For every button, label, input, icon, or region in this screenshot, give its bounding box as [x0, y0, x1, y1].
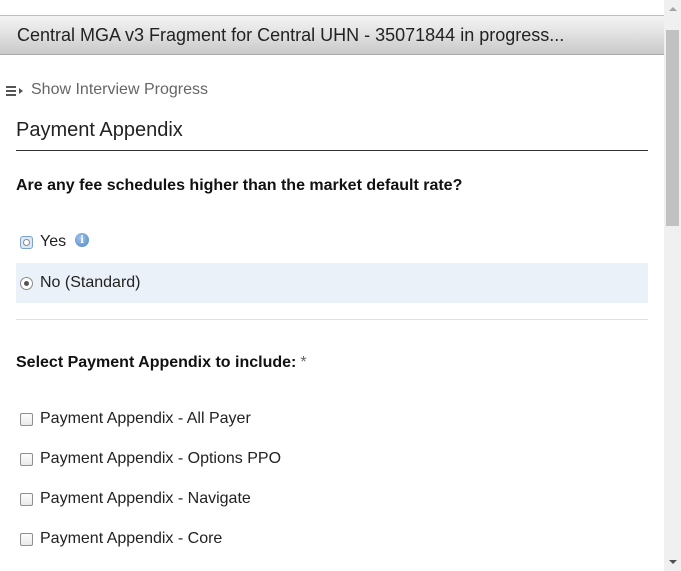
option-no-label: No (Standard): [40, 274, 141, 291]
option-no-standard[interactable]: No (Standard): [16, 263, 648, 303]
title-bar: Central MGA v3 Fragment for Central UHN …: [0, 15, 664, 55]
checkbox-label-all-payer: Payment Appendix - All Payer: [40, 410, 251, 427]
checkbox-row-core[interactable]: Payment Appendix - Core: [16, 527, 648, 551]
payment-appendix-question-text: Select Payment Appendix to include:: [16, 354, 297, 371]
scroll-up-arrow-icon[interactable]: [664, 0, 681, 17]
radio-no-standard[interactable]: [20, 276, 33, 290]
question-divider: [16, 319, 648, 320]
checkbox-label-options-ppo: Payment Appendix - Options PPO: [40, 450, 282, 467]
menu-expand-icon: [6, 83, 24, 97]
checkbox-row-all-payer[interactable]: Payment Appendix - All Payer: [16, 407, 648, 431]
section-title: Payment Appendix: [16, 119, 183, 141]
checkbox-row-navigate[interactable]: Payment Appendix - Navigate: [16, 487, 648, 511]
progress-toggle-label: Show Interview Progress: [31, 81, 208, 98]
scroll-thumb[interactable]: [666, 30, 679, 226]
fee-schedule-question: Are any fee schedules higher than the ma…: [16, 177, 463, 194]
option-yes[interactable]: Yes i: [16, 222, 648, 262]
window-top-strip: [0, 0, 664, 15]
radio-yes[interactable]: [20, 235, 33, 249]
show-interview-progress-toggle[interactable]: Show Interview Progress: [6, 80, 208, 100]
checkbox-row-options-ppo[interactable]: Payment Appendix - Options PPO: [16, 447, 648, 471]
info-icon[interactable]: i: [75, 233, 90, 247]
option-yes-label: Yes: [40, 233, 67, 250]
checkbox-options-ppo[interactable]: [20, 452, 33, 466]
checkbox-all-payer[interactable]: [20, 412, 33, 426]
page-title: Central MGA v3 Fragment for Central UHN …: [17, 25, 565, 45]
checkbox-label-navigate: Payment Appendix - Navigate: [40, 490, 251, 507]
scroll-down-arrow-icon[interactable]: [664, 554, 681, 571]
payment-appendix-question: Select Payment Appendix to include: *: [16, 354, 307, 372]
vertical-scrollbar[interactable]: [664, 0, 681, 571]
checkbox-label-core: Payment Appendix - Core: [40, 530, 223, 547]
required-marker: *: [300, 354, 307, 371]
checkbox-navigate[interactable]: [20, 492, 33, 506]
section-divider: [16, 150, 648, 151]
checkbox-core[interactable]: [20, 532, 33, 546]
